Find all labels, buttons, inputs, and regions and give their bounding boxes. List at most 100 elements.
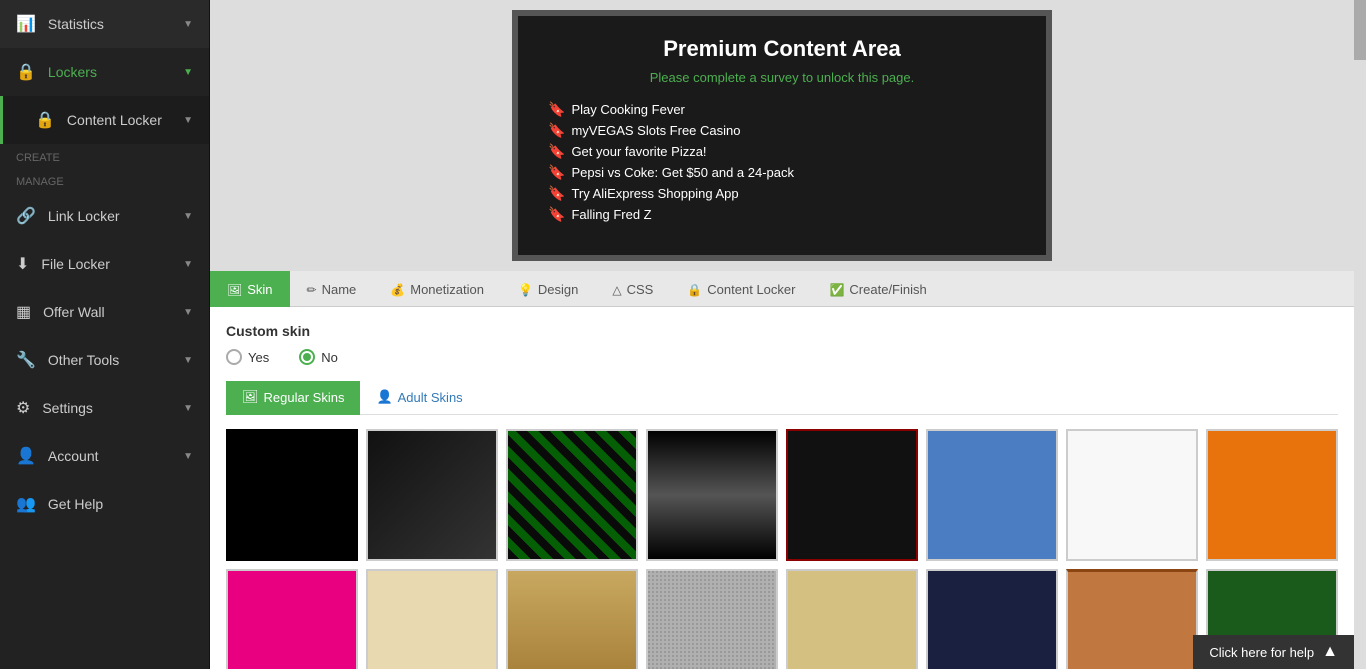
skin-thumb[interactable] — [926, 569, 1058, 669]
list-item: 🔖myVEGAS Slots Free Casino — [548, 120, 1016, 141]
skin-thumb[interactable] — [506, 569, 638, 669]
sidebar-item-offer-wall[interactable]: ▦ Offer Wall ▼ — [0, 288, 209, 336]
tab-skin[interactable]: 🖼 Skin — [210, 271, 290, 307]
skin-tab-bar: 🖼 Regular Skins 👤 Adult Skins — [226, 381, 1338, 415]
bullet-icon: 🔖 — [548, 122, 565, 139]
sidebar-item-label: Settings — [42, 400, 93, 416]
tab-label: CSS — [627, 282, 654, 297]
preview-subtitle: Please complete a survey to unlock this … — [548, 70, 1016, 85]
sidebar-item-get-help[interactable]: 👥 Get Help — [0, 480, 209, 528]
sidebar-section-manage: Manage — [0, 168, 209, 192]
skin-thumb[interactable] — [786, 569, 918, 669]
list-item: 🔖Get your favorite Pizza! — [548, 141, 1016, 162]
bullet-icon: 🔖 — [548, 206, 565, 223]
bullet-icon: 🔖 — [548, 164, 565, 181]
radio-no-label: No — [321, 350, 338, 365]
sidebar-item-other-tools[interactable]: 🔧 Other Tools ▼ — [0, 336, 209, 384]
skin-thumb[interactable] — [366, 429, 498, 561]
sidebar-item-statistics[interactable]: 📊 Statistics ▼ — [0, 0, 209, 48]
tab-label: Content Locker — [707, 282, 795, 297]
preview-list: 🔖Play Cooking Fever 🔖myVEGAS Slots Free … — [548, 99, 1016, 225]
sidebar-item-file-locker[interactable]: ⬇ File Locker ▼ — [0, 240, 209, 288]
content-area: Custom skin Yes No 🖼 Regular Skins 👤 Adu… — [210, 307, 1354, 669]
chevron-down-icon: ▼ — [183, 211, 193, 222]
tab-label: Name — [322, 282, 357, 297]
skin-icon: 🖼 — [227, 283, 242, 297]
sidebar-item-account[interactable]: 👤 Account ▼ — [0, 432, 209, 480]
tab-bar: 🖼 Skin ✏ Name 💰 Monetization 💡 Design △ … — [210, 271, 1354, 307]
chevron-down-icon: ▼ — [183, 403, 193, 414]
radio-no-circle — [299, 349, 315, 365]
chevron-down-icon: ▼ — [183, 259, 193, 270]
skin-thumb[interactable] — [226, 569, 358, 669]
tab-label: Create/Finish — [849, 282, 926, 297]
sidebar-item-label: Other Tools — [48, 352, 119, 368]
gear-icon: ⚙ — [16, 398, 30, 418]
tab-label: Skin — [247, 282, 272, 297]
chevron-down-icon: ▼ — [183, 355, 193, 366]
sidebar-item-label: Account — [48, 448, 99, 464]
list-item: 🔖Pepsi vs Coke: Get $50 and a 24-pack — [548, 162, 1016, 183]
tab-label: Design — [538, 282, 578, 297]
tab-css[interactable]: △ CSS — [595, 271, 670, 307]
sidebar-item-label: Content Locker — [67, 112, 162, 128]
skin-thumb[interactable] — [646, 429, 778, 561]
user-icon: 👤 — [16, 446, 36, 466]
skin-thumb[interactable] — [646, 569, 778, 669]
help-bar[interactable]: Click here for help ▲ — [1193, 635, 1354, 669]
skin-thumb[interactable] — [926, 429, 1058, 561]
skin-thumb[interactable] — [786, 429, 918, 561]
list-item: 🔖Falling Fred Z — [548, 204, 1016, 225]
sidebar: 📊 Statistics ▼ 🔒 Lockers ▼ 🔒 Content Loc… — [0, 0, 210, 669]
skin-tab-regular[interactable]: 🖼 Regular Skins — [226, 381, 360, 415]
radio-yes-circle — [226, 349, 242, 365]
skin-tab-label: Regular Skins — [264, 390, 345, 405]
skins-grid — [226, 429, 1338, 669]
group-icon: 👥 — [16, 494, 36, 514]
lock-tab-icon: 🔒 — [687, 283, 702, 297]
skin-tab-adult[interactable]: 👤 Adult Skins — [360, 381, 478, 415]
tab-name[interactable]: ✏ Name — [290, 271, 374, 307]
css-icon: △ — [612, 283, 621, 297]
radio-yes[interactable]: Yes — [226, 349, 269, 365]
sidebar-item-lockers[interactable]: 🔒 Lockers ▼ — [0, 48, 209, 96]
tab-monetization[interactable]: 💰 Monetization — [373, 271, 501, 307]
custom-skin-radio-group: Yes No — [226, 349, 1338, 365]
content-lock-icon: 🔒 — [35, 110, 55, 130]
skin-tab-icon: 🖼 — [242, 389, 259, 405]
scrollbar-thumb[interactable] — [1354, 0, 1366, 60]
offerwall-icon: ▦ — [16, 302, 31, 322]
bulb-icon: 💡 — [518, 283, 533, 297]
skin-thumb[interactable] — [226, 429, 358, 561]
statistics-icon: 📊 — [16, 14, 36, 34]
help-label: Click here for help — [1209, 645, 1314, 660]
bullet-icon: 🔖 — [548, 185, 565, 202]
preview-title: Premium Content Area — [548, 36, 1016, 62]
radio-yes-label: Yes — [248, 350, 269, 365]
tab-content-locker[interactable]: 🔒 Content Locker — [670, 271, 812, 307]
bullet-icon: 🔖 — [548, 143, 565, 160]
radio-no[interactable]: No — [299, 349, 338, 365]
download-icon: ⬇ — [16, 254, 29, 274]
chevron-down-icon: ▼ — [183, 19, 193, 30]
sidebar-item-content-locker[interactable]: 🔒 Content Locker ▼ — [0, 96, 209, 144]
skin-thumb[interactable] — [506, 429, 638, 561]
preview-box: Premium Content Area Please complete a s… — [512, 10, 1052, 261]
chevron-down-icon: ▼ — [183, 451, 193, 462]
skin-thumb[interactable] — [366, 569, 498, 669]
chevron-down-icon: ▼ — [183, 67, 193, 78]
scrollbar-track[interactable] — [1354, 0, 1366, 669]
chevron-down-icon: ▼ — [183, 307, 193, 318]
list-item: 🔖Try AliExpress Shopping App — [548, 183, 1016, 204]
tab-label: Monetization — [410, 282, 484, 297]
sidebar-item-label: Get Help — [48, 496, 103, 512]
tab-create-finish[interactable]: ✅ Create/Finish — [812, 271, 943, 307]
sidebar-item-link-locker[interactable]: 🔗 Link Locker ▼ — [0, 192, 209, 240]
skin-thumb[interactable] — [1066, 569, 1198, 669]
skin-thumb[interactable] — [1206, 429, 1338, 561]
list-item: 🔖Play Cooking Fever — [548, 99, 1016, 120]
bullet-icon: 🔖 — [548, 101, 565, 118]
tab-design[interactable]: 💡 Design — [501, 271, 595, 307]
skin-thumb[interactable] — [1066, 429, 1198, 561]
sidebar-item-settings[interactable]: ⚙ Settings ▼ — [0, 384, 209, 432]
